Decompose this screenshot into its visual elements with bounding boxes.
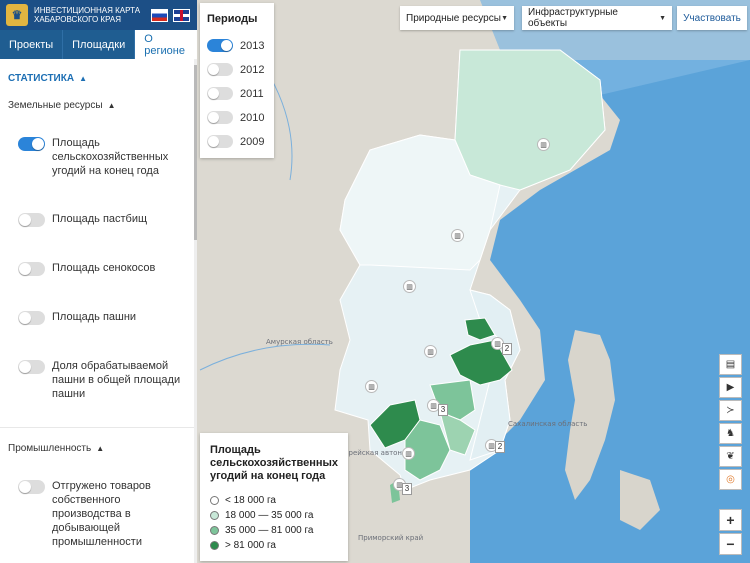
legend-swatch	[210, 511, 219, 520]
toggle-agri-land[interactable]	[18, 137, 45, 151]
flag-uk-icon[interactable]	[173, 8, 190, 22]
label-primorsky: Приморский край	[358, 534, 424, 542]
factory-marker[interactable]: ▥	[451, 229, 464, 242]
group-industry[interactable]: Промышленность ▲	[8, 443, 104, 454]
divider	[0, 427, 194, 428]
scrollbar[interactable]	[194, 59, 197, 563]
play-icon[interactable]: ▶	[719, 377, 742, 398]
stat-label: Площадь пашни	[52, 311, 137, 323]
group-label: Земельные ресурсы	[8, 100, 103, 111]
cluster-count[interactable]: 2	[495, 441, 505, 453]
year-label: 2013	[240, 40, 265, 52]
caret-up-icon: ▲	[107, 101, 116, 110]
toggle-mining-shipped[interactable]	[18, 480, 45, 494]
stat-label: Площадь сенокосов	[52, 262, 156, 274]
label-autonomous: Еврейская автономная область	[340, 449, 410, 457]
periods-title: Периоды	[207, 13, 258, 25]
section-statistics[interactable]: Статистика ▲	[8, 73, 87, 84]
section-statistics-label: Статистика	[8, 73, 75, 84]
map-legend: Площадь сельскохозяйственных угодий на к…	[200, 433, 348, 561]
factory-marker[interactable]: ▥	[365, 380, 378, 393]
toggle-arable[interactable]	[18, 311, 45, 325]
year-label: 2010	[240, 112, 265, 124]
fish-icon[interactable]: ≻	[719, 400, 742, 421]
stat-label: Доля обрабатываемой пашни в общей площад…	[52, 360, 181, 400]
book-icon[interactable]: ▤	[719, 354, 742, 375]
tab-projects[interactable]: Проекты	[0, 30, 64, 59]
dropdown-label: Природные ресурсы	[406, 12, 501, 24]
flag-ru-icon[interactable]	[151, 8, 168, 22]
app-header: ♛ Инвестиционная карта Хабаровского края	[0, 0, 197, 30]
factory-marker[interactable]: ▥	[403, 280, 416, 293]
plant-icon[interactable]: ❦	[719, 446, 742, 467]
year-label: 2011	[240, 88, 264, 100]
legend-swatch	[210, 496, 219, 505]
legend-title: Площадь сельскохозяйственных угодий на к…	[210, 444, 339, 482]
sidebar: Статистика ▲ Земельные ресурсы ▲ Площадь с…	[0, 59, 197, 563]
map-tools: ▤ ▶ ≻ ♞ ❦ ◎	[719, 354, 743, 492]
legend-label: < 18 000 га	[225, 495, 276, 506]
group-land-resources[interactable]: Земельные ресурсы ▲	[8, 100, 115, 111]
stat-label: Площадь сельскохозяйственных угодий на к…	[52, 137, 169, 177]
legend-label: 18 000 — 35 000 га	[225, 510, 314, 521]
toggle-cultivated-share[interactable]	[18, 360, 45, 374]
cluster-count[interactable]: 2	[502, 343, 512, 355]
coat-of-arms-icon: ♛	[6, 4, 28, 26]
stat-label: Отгружено товаров собственного производс…	[52, 480, 151, 548]
legend-item: < 18 000 га	[210, 495, 276, 506]
cluster-count[interactable]: 3	[402, 483, 412, 495]
factory-marker[interactable]: ▥	[537, 138, 550, 151]
zoom-controls: + −	[719, 509, 743, 557]
target-icon[interactable]: ◎	[719, 469, 742, 490]
stat-label: Площадь пастбищ	[52, 213, 148, 225]
tab-about-region[interactable]: О регионе	[135, 30, 197, 59]
wildlife-icon[interactable]: ♞	[719, 423, 742, 444]
toggle-year-2009[interactable]	[207, 135, 233, 148]
main-tabs: Проекты Площадки О регионе	[0, 30, 197, 59]
legend-swatch	[210, 541, 219, 550]
toggle-pastures[interactable]	[18, 213, 45, 227]
caret-up-icon: ▲	[79, 74, 87, 83]
legend-label: > 81 000 га	[225, 540, 276, 551]
legend-item: > 81 000 га	[210, 540, 276, 551]
tab-sites[interactable]: Площадки	[63, 30, 136, 59]
natural-resources-dropdown[interactable]: Природные ресурсы ▼	[400, 6, 514, 30]
label-amur: Амурская область	[266, 338, 333, 346]
toggle-year-2010[interactable]	[207, 111, 233, 124]
factory-marker[interactable]: ▥	[402, 447, 415, 460]
year-label: 2009	[240, 136, 265, 148]
legend-swatch	[210, 526, 219, 535]
zoom-in-button[interactable]: +	[719, 509, 742, 531]
chevron-down-icon: ▼	[501, 14, 508, 22]
cluster-count[interactable]: 3	[438, 404, 448, 416]
periods-panel: Периоды 2013 2012 2011 2010 2009	[200, 3, 274, 158]
app-title: Инвестиционная карта Хабаровского края	[34, 6, 141, 24]
toggle-year-2012[interactable]	[207, 63, 233, 76]
group-label: Промышленность	[8, 443, 92, 454]
toggle-year-2013[interactable]	[207, 39, 233, 52]
zoom-out-button[interactable]: −	[719, 533, 742, 555]
infrastructure-dropdown[interactable]: Инфраструктурные объекты ▼	[522, 6, 672, 30]
toggle-year-2011[interactable]	[207, 87, 233, 100]
factory-marker[interactable]: ▥	[424, 345, 437, 358]
legend-label: 35 000 — 81 000 га	[225, 525, 314, 536]
legend-item: 35 000 — 81 000 га	[210, 525, 314, 536]
legend-item: 18 000 — 35 000 га	[210, 510, 314, 521]
year-label: 2012	[240, 64, 265, 76]
dropdown-label: Инфраструктурные объекты	[528, 7, 618, 29]
chevron-down-icon: ▼	[659, 14, 666, 22]
label-sakhalin: Сахалинская область	[508, 420, 588, 428]
participate-button[interactable]: Участвовать	[677, 6, 747, 30]
caret-up-icon: ▲	[96, 444, 105, 453]
toggle-hayfields[interactable]	[18, 262, 45, 276]
